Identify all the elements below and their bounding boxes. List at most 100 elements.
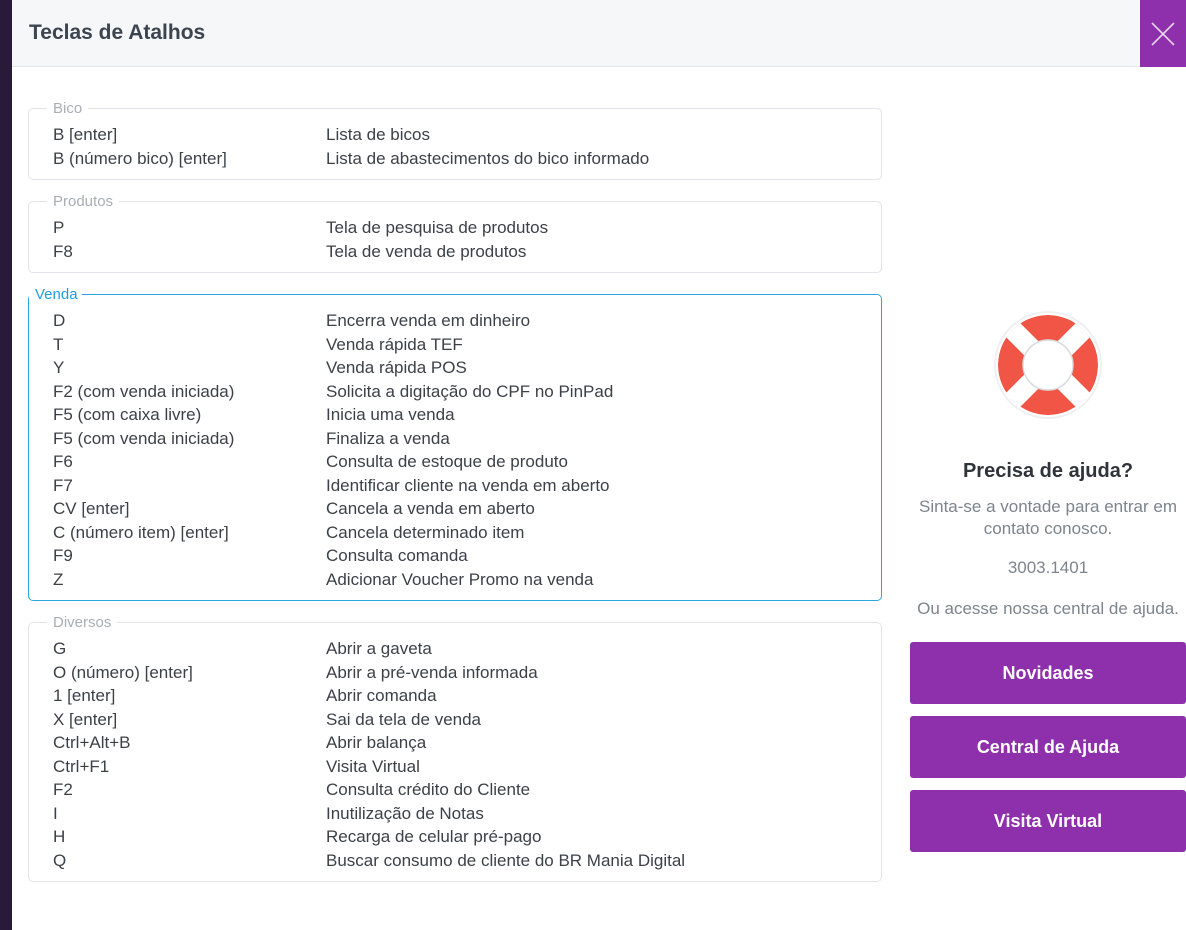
shortcut-description: Encerra venda em dinheiro — [326, 311, 531, 330]
shortcut-description: Inutilização de Notas — [326, 803, 484, 823]
shortcut-description: Recarga de celular pré-pago — [326, 827, 542, 846]
shortcut-description: Sai da tela de venda — [326, 709, 482, 729]
visita-virtual-button[interactable]: Visita Virtual — [910, 790, 1186, 852]
shortcut-row: P Tela de pesquisa de produtos — [53, 216, 857, 240]
shortcut-key: Z — [53, 569, 64, 589]
shortcut-row: F5 (com venda iniciada) Finaliza a venda — [53, 427, 857, 451]
shortcut-row: I Inutilização de Notas — [53, 802, 857, 826]
shortcut-row: F2 (com venda iniciada) Solicita a digita… — [53, 380, 857, 404]
shortcut-row: F7 Identificar cliente na venda em aberto — [53, 474, 857, 498]
shortcut-description: Tela de venda de produtos — [326, 241, 527, 261]
shortcut-description: Consulta de estoque de produto — [326, 452, 568, 471]
help-panel: Precisa de ajuda? Sinta-se a vontade par… — [910, 310, 1186, 852]
shortcut-row: T Venda rápida TEF — [53, 333, 857, 357]
section-legend: Bico — [53, 100, 83, 117]
shortcut-row: 1 [enter] Abrir comanda — [53, 684, 857, 708]
close-icon — [1151, 21, 1175, 46]
shortcut-key: F5 (com caixa livre) — [53, 405, 202, 424]
shortcut-row: Z Adicionar Voucher Promo na venda — [53, 568, 857, 592]
central-de-ajuda-button[interactable]: Central de Ajuda — [910, 716, 1186, 778]
section-produtos: Produtos P Tela de pesquisa de produtos F8 T… — [28, 193, 882, 273]
shortcut-row: C (número item) [enter] Cancela determina… — [53, 521, 857, 545]
shortcut-key: I — [53, 803, 58, 823]
shortcut-row: G Abrir a gaveta — [53, 637, 857, 661]
shortcut-description: Lista de bicos — [326, 125, 430, 144]
shortcut-key: B (número bico) [enter] — [53, 148, 227, 168]
shortcut-description: Abrir comanda — [326, 686, 437, 705]
shortcut-key: G — [53, 639, 67, 658]
shortcut-description: Inicia uma venda — [326, 405, 455, 424]
shortcut-description: Tela de pesquisa de produtos — [326, 218, 549, 237]
shortcut-row: F6 Consulta de estoque de produto — [53, 450, 857, 474]
shortcut-row: Ctrl+Alt+B Abrir balança — [53, 731, 857, 755]
shortcut-row: Y Venda rápida POS — [53, 356, 857, 380]
section-venda: Venda D Encerra venda em dinheiro T Venda rá… — [28, 286, 882, 601]
shortcut-key: F6 — [53, 452, 73, 471]
shortcut-description: Adicionar Voucher Promo na venda — [326, 569, 594, 589]
shortcut-key: Q — [53, 850, 67, 870]
shortcut-description: Visita Virtual — [326, 756, 420, 776]
shortcut-description: Venda rápida TEF — [326, 334, 463, 354]
shortcut-row: Q Buscar consumo de cliente do BR Mania D… — [53, 849, 857, 873]
shortcut-key: D — [53, 311, 66, 330]
shortcut-description: Consulta crédito do Cliente — [326, 780, 531, 799]
help-text: Sinta-se a vontade para entrar em contat… — [919, 497, 1177, 538]
novidades-button[interactable]: Novidades — [910, 642, 1186, 704]
shortcut-description: Solicita a digitação do CPF no PinPad — [326, 381, 614, 401]
shortcut-description: Abrir a pré-venda informada — [326, 662, 538, 682]
shortcut-row: CV [enter] Cancela a venda em aberto — [53, 497, 857, 521]
shortcut-key: F2 (com venda iniciada) — [53, 381, 235, 401]
shortcut-row: H Recarga de celular pré-pago — [53, 825, 857, 849]
shortcut-description: Abrir a gaveta — [326, 639, 432, 658]
shortcut-key: P — [53, 218, 65, 237]
dialog-title: Teclas de Atalhos — [29, 21, 206, 44]
section-diversos: Diversos G Abrir a gaveta O (número) [enter… — [28, 614, 882, 882]
shortcut-key: 1 [enter] — [53, 686, 116, 705]
shortcut-description: Identificar cliente na venda em aberto — [326, 475, 610, 495]
shortcut-description: Abrir balança — [326, 733, 427, 752]
dialog-header: Teclas de Atalhos — [12, 0, 1186, 67]
help-title: Precisa de ajuda? — [962, 460, 1134, 482]
shortcut-key: F9 — [53, 546, 73, 565]
shortcut-key: F7 — [53, 475, 73, 495]
close-button[interactable] — [1140, 0, 1186, 67]
shortcut-key: T — [53, 334, 64, 354]
shortcut-key: F5 (com venda iniciada) — [53, 428, 235, 448]
shortcut-row: X [enter] Sai da tela de venda — [53, 708, 857, 732]
shortcut-key: B [enter] — [53, 125, 118, 144]
shortcut-row: B (número bico) [enter] Lista de abasteci… — [53, 147, 857, 171]
shortcut-description: Finaliza a venda — [326, 428, 450, 448]
lifebuoy-icon — [994, 311, 1102, 419]
shortcut-row: F2 Consulta crédito do Cliente — [53, 778, 857, 802]
shortcut-key: F2 — [53, 780, 73, 799]
shortcut-description: Consulta comanda — [326, 546, 468, 565]
shortcut-row: F5 (com caixa livre) Inicia uma venda — [53, 403, 857, 427]
shortcut-description: Lista de abastecimentos do bico informad… — [326, 148, 650, 168]
section-legend: Diversos — [53, 614, 112, 631]
shortcuts-dialog: Teclas de Atalhos Bico B [enter] Lista de … — [12, 0, 1186, 930]
shortcut-description: Buscar consumo de cliente do BR Mania Di… — [326, 850, 686, 870]
shortcut-row: D Encerra venda em dinheiro — [53, 309, 857, 333]
shortcuts-list: Bico B [enter] Lista de bicos B (número bic… — [28, 100, 882, 895]
shortcut-row: F8 Tela de venda de produtos — [53, 240, 857, 264]
help-central-text: Ou acesse nossa central de ajuda. — [917, 599, 1179, 618]
shortcut-row: O (número) [enter] Abrir a pré-venda info… — [53, 661, 857, 685]
shortcut-row: F9 Consulta comanda — [53, 544, 857, 568]
shortcut-key: H — [53, 827, 66, 846]
shortcut-key: Ctrl+Alt+B — [53, 733, 131, 752]
shortcut-row: B [enter] Lista de bicos — [53, 123, 857, 147]
help-phone: 3003.1401 — [1007, 558, 1089, 577]
shortcut-key: X [enter] — [53, 709, 118, 729]
section-bico: Bico B [enter] Lista de bicos B (número bic… — [28, 100, 882, 180]
shortcut-key: Y — [53, 358, 65, 377]
shortcut-description: Cancela determinado item — [326, 522, 525, 542]
shortcut-row: Ctrl+F1 Visita Virtual — [53, 755, 857, 779]
shortcut-key: O (número) [enter] — [53, 662, 193, 682]
shortcut-description: Cancela a venda em aberto — [326, 499, 535, 518]
shortcut-key: Ctrl+F1 — [53, 756, 110, 776]
shortcut-key: C (número item) [enter] — [53, 522, 229, 542]
shortcut-description: Venda rápida POS — [326, 358, 467, 377]
shortcut-key: CV [enter] — [53, 499, 130, 518]
section-legend: Produtos — [53, 193, 114, 210]
shortcut-key: F8 — [53, 241, 73, 261]
